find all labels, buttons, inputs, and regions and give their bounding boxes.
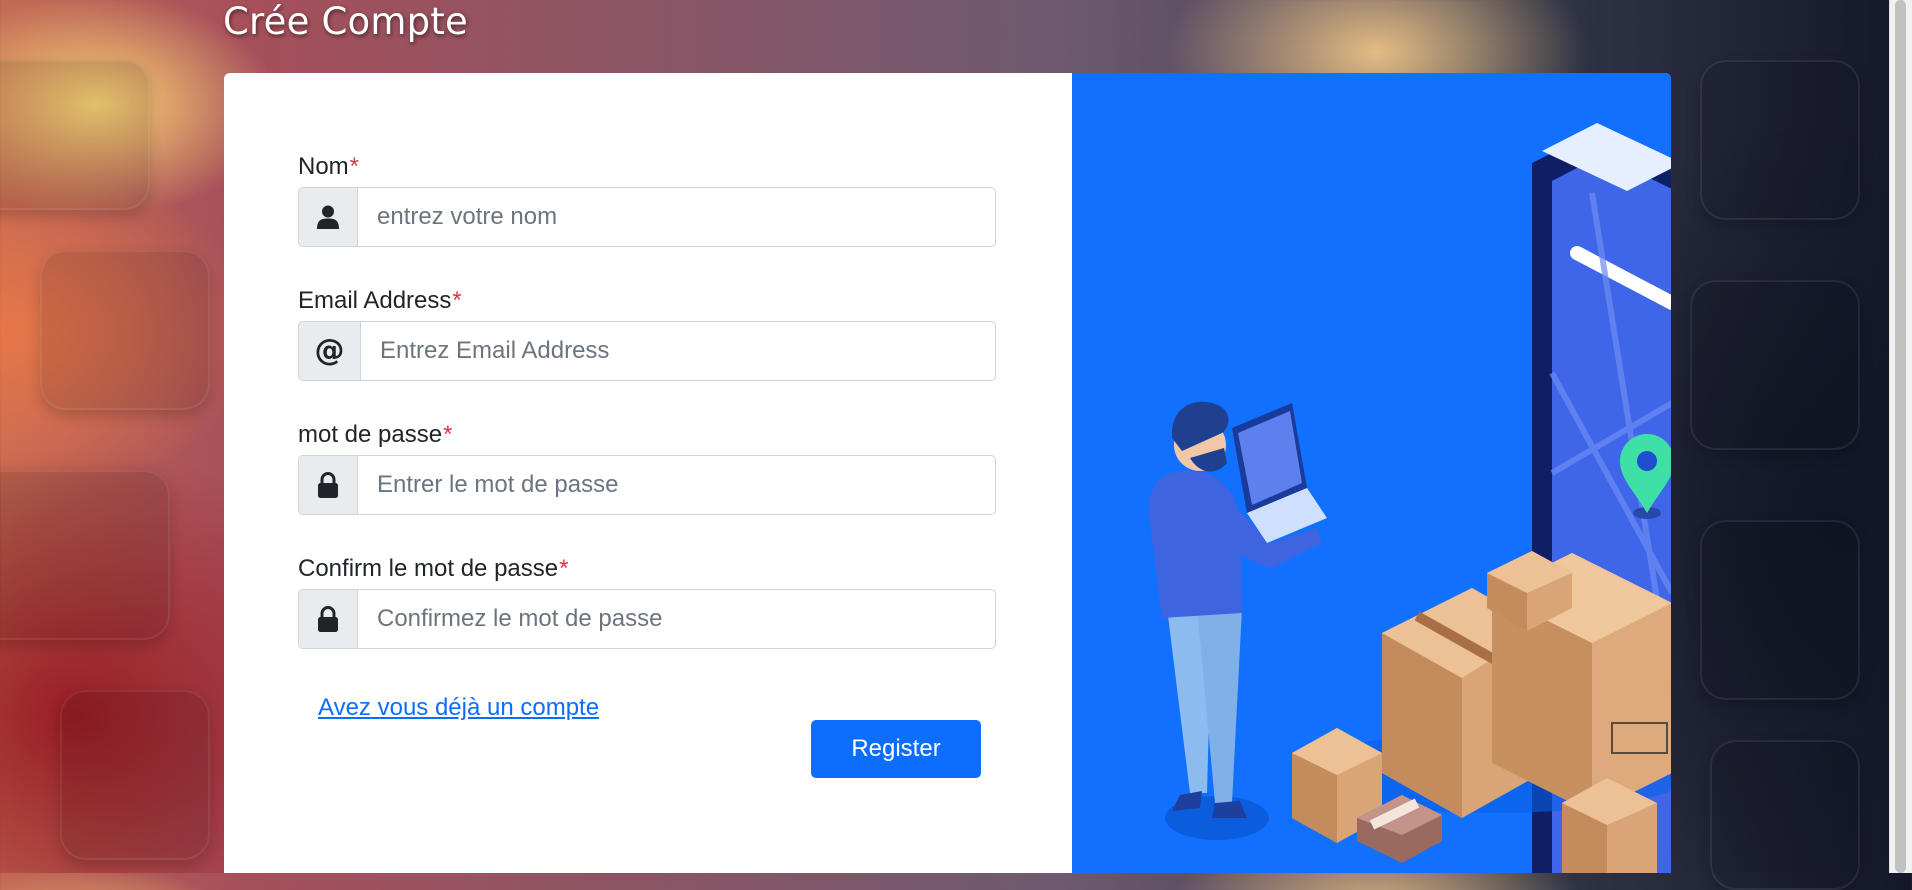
name-field-group: Nom* [298, 152, 996, 247]
register-button[interactable]: Register [811, 720, 981, 778]
name-input-group [298, 187, 996, 247]
email-input-group: @ [298, 321, 996, 381]
scrollbar-thumb[interactable] [1895, 0, 1906, 873]
name-input[interactable] [358, 188, 995, 246]
required-marker: * [349, 153, 360, 180]
lock-icon [317, 472, 339, 498]
login-link[interactable]: Avez vous déjà un compte [318, 694, 599, 722]
password-label-text: mot de passe [298, 421, 443, 448]
confirm-password-addon [299, 590, 358, 648]
required-marker: * [452, 287, 462, 314]
confirm-password-field-group: Confirm le mot de passe* [298, 554, 996, 649]
required-marker: * [559, 555, 569, 582]
register-card: Nom* Email Address* @ [224, 73, 1671, 873]
password-input[interactable] [358, 456, 995, 514]
email-input[interactable] [361, 322, 995, 380]
name-label: Nom* [298, 152, 996, 182]
password-input-group [298, 455, 996, 515]
email-label: Email Address* [298, 286, 996, 316]
confirm-password-label-text: Confirm le mot de passe [298, 555, 559, 582]
email-field-group: Email Address* @ [298, 286, 996, 381]
password-addon [299, 456, 358, 514]
confirm-password-label: Confirm le mot de passe* [298, 554, 996, 584]
illustration-art [1148, 123, 1671, 873]
register-form: Nom* Email Address* @ [224, 73, 1072, 873]
page-title: Crée Compte [223, 0, 468, 43]
delivery-illustration [1072, 73, 1671, 873]
required-marker: * [443, 421, 453, 448]
page-scrollbar[interactable] [1889, 0, 1912, 873]
password-field-group: mot de passe* [298, 420, 996, 515]
password-label: mot de passe* [298, 420, 996, 450]
email-addon: @ [299, 322, 361, 380]
name-label-text: Nom [298, 153, 349, 180]
lock-icon [317, 606, 339, 632]
confirm-password-input[interactable] [358, 590, 995, 648]
confirm-password-input-group [298, 589, 996, 649]
at-sign-icon: @ [314, 333, 345, 368]
user-icon [317, 205, 339, 229]
email-label-text: Email Address [298, 287, 452, 314]
name-addon [299, 188, 358, 246]
